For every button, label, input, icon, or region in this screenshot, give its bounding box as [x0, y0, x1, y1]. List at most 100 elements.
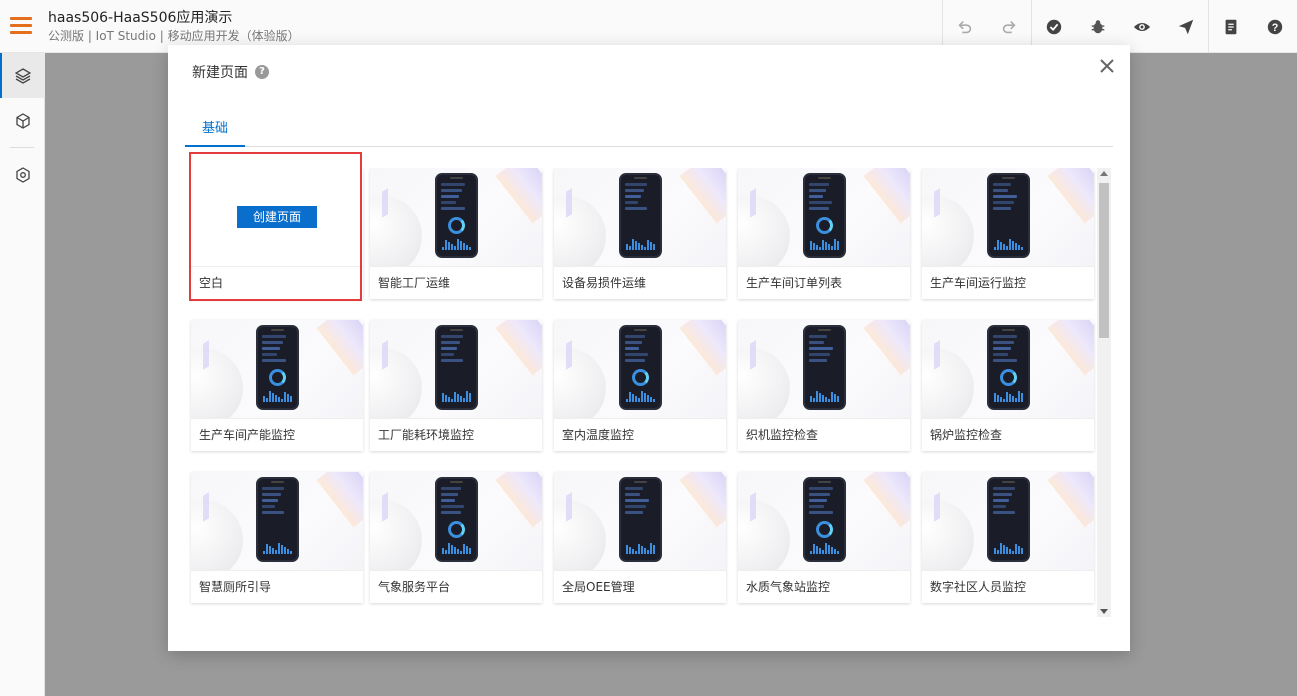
template-card[interactable]: 室内温度监控	[554, 320, 726, 451]
mock-bar	[460, 396, 462, 402]
mock-bar-chart	[263, 390, 293, 402]
card-divider	[370, 570, 542, 571]
template-label: 锅炉监控检查	[930, 428, 1003, 442]
template-card[interactable]: 全局OEE管理	[554, 472, 726, 603]
mock-bar	[466, 546, 468, 554]
decorative-stripe	[566, 492, 572, 522]
template-preview	[191, 320, 363, 418]
mock-bar	[816, 245, 818, 250]
settings-hexagon-icon[interactable]	[0, 152, 45, 197]
template-label: 织机监控检查	[746, 428, 819, 442]
mock-bar	[819, 247, 821, 250]
mock-bar	[822, 240, 824, 250]
decorative-stripe	[495, 320, 542, 376]
mock-ui-bar	[993, 201, 1014, 204]
template-card[interactable]: 气象服务平台	[370, 472, 542, 603]
phone-notch	[818, 481, 831, 483]
mock-bar	[1003, 244, 1005, 250]
card-divider	[370, 266, 542, 267]
mock-ui-bar	[809, 189, 826, 192]
mock-bar	[469, 393, 471, 402]
mock-ui-bar	[625, 183, 647, 186]
mock-ui-bar	[441, 347, 457, 350]
template-card[interactable]: 智能工厂运维	[370, 168, 542, 299]
phone-notch	[450, 481, 463, 483]
mock-ui-bar	[441, 493, 458, 496]
template-card[interactable]: 智慧厕所引导	[191, 472, 363, 603]
card-divider	[738, 418, 910, 419]
mock-bar	[644, 548, 646, 554]
layers-icon[interactable]	[0, 53, 45, 98]
mock-bar	[275, 550, 277, 554]
mock-bar	[653, 399, 655, 402]
mock-ui-bar	[993, 189, 1008, 192]
mock-bar	[626, 399, 628, 402]
mock-bar	[1012, 241, 1014, 250]
mock-ui-bar	[809, 493, 830, 496]
decorative-stripe	[863, 168, 910, 224]
mock-bar	[629, 547, 631, 554]
mock-ui-bar	[993, 335, 1017, 338]
template-card[interactable]: 数字社区人员监控	[922, 472, 1094, 603]
scroll-up-arrow-icon[interactable]	[1100, 171, 1108, 176]
mock-bar	[647, 550, 649, 554]
publish-send-icon[interactable]	[1164, 0, 1208, 53]
mock-ui-bar	[625, 341, 642, 344]
hamburger-menu-icon[interactable]	[10, 17, 32, 37]
tab-basic[interactable]: 基础	[185, 115, 245, 147]
template-card[interactable]: 水质气象站监控	[738, 472, 910, 603]
template-card[interactable]: 锅炉监控检查	[922, 320, 1094, 451]
mock-bar	[284, 392, 286, 402]
scroll-thumb[interactable]	[1099, 183, 1109, 338]
mock-bar	[650, 397, 652, 402]
template-card-blank[interactable]: 创建页面 空白	[191, 168, 363, 299]
mock-bar	[269, 546, 271, 554]
mock-ui-bar	[441, 335, 463, 338]
template-card[interactable]: 生产车间产能监控	[191, 320, 363, 451]
mock-bar	[451, 545, 453, 554]
phone-mockup	[803, 477, 846, 562]
mock-bar	[442, 548, 444, 554]
template-card[interactable]: 工厂能耗环境监控	[370, 320, 542, 451]
phone-mockup	[435, 173, 478, 258]
mock-bar	[822, 550, 824, 554]
mock-bar	[813, 243, 815, 250]
mock-ui-bar	[809, 347, 833, 350]
create-page-button[interactable]: 创建页面	[237, 206, 317, 228]
mock-ui-bar	[993, 499, 1009, 502]
mock-donut-chart	[269, 369, 286, 386]
template-card[interactable]: 生产车间运行监控	[922, 168, 1094, 299]
mock-bar	[278, 543, 280, 554]
decorative-stripe	[750, 188, 756, 218]
decorative-stripe	[679, 320, 726, 376]
phone-mockup	[256, 325, 299, 410]
mock-ui-bar	[262, 335, 286, 338]
mock-bar	[1021, 247, 1023, 250]
mock-bar	[834, 239, 836, 250]
mock-donut-chart	[816, 217, 833, 234]
mock-bar-chart	[626, 390, 656, 402]
mock-bar	[644, 247, 646, 250]
help-circle-icon[interactable]: ?	[255, 65, 269, 79]
template-card[interactable]: 生产车间订单列表	[738, 168, 910, 299]
template-preview	[370, 472, 542, 570]
components-cube-icon[interactable]	[0, 98, 45, 143]
mock-bar-chart	[994, 390, 1024, 402]
template-card[interactable]: 设备易损件运维	[554, 168, 726, 299]
phone-mockup	[256, 477, 299, 562]
mock-bar	[825, 543, 827, 554]
mock-bar	[442, 247, 444, 250]
mock-bar	[837, 396, 839, 402]
mock-bar	[1018, 245, 1020, 250]
mock-ui-bar	[441, 511, 461, 514]
phone-notch	[818, 177, 831, 179]
mock-bar	[445, 395, 447, 402]
template-scrollbar[interactable]	[1097, 168, 1111, 617]
close-icon[interactable]	[1096, 55, 1118, 77]
phone-mockup	[987, 325, 1030, 410]
document-icon[interactable]	[1209, 0, 1253, 53]
help-icon[interactable]: ?	[1253, 0, 1297, 53]
template-card[interactable]: 织机监控检查	[738, 320, 910, 451]
scroll-down-arrow-icon[interactable]	[1100, 609, 1108, 614]
tab-bar: 基础	[185, 115, 1113, 147]
